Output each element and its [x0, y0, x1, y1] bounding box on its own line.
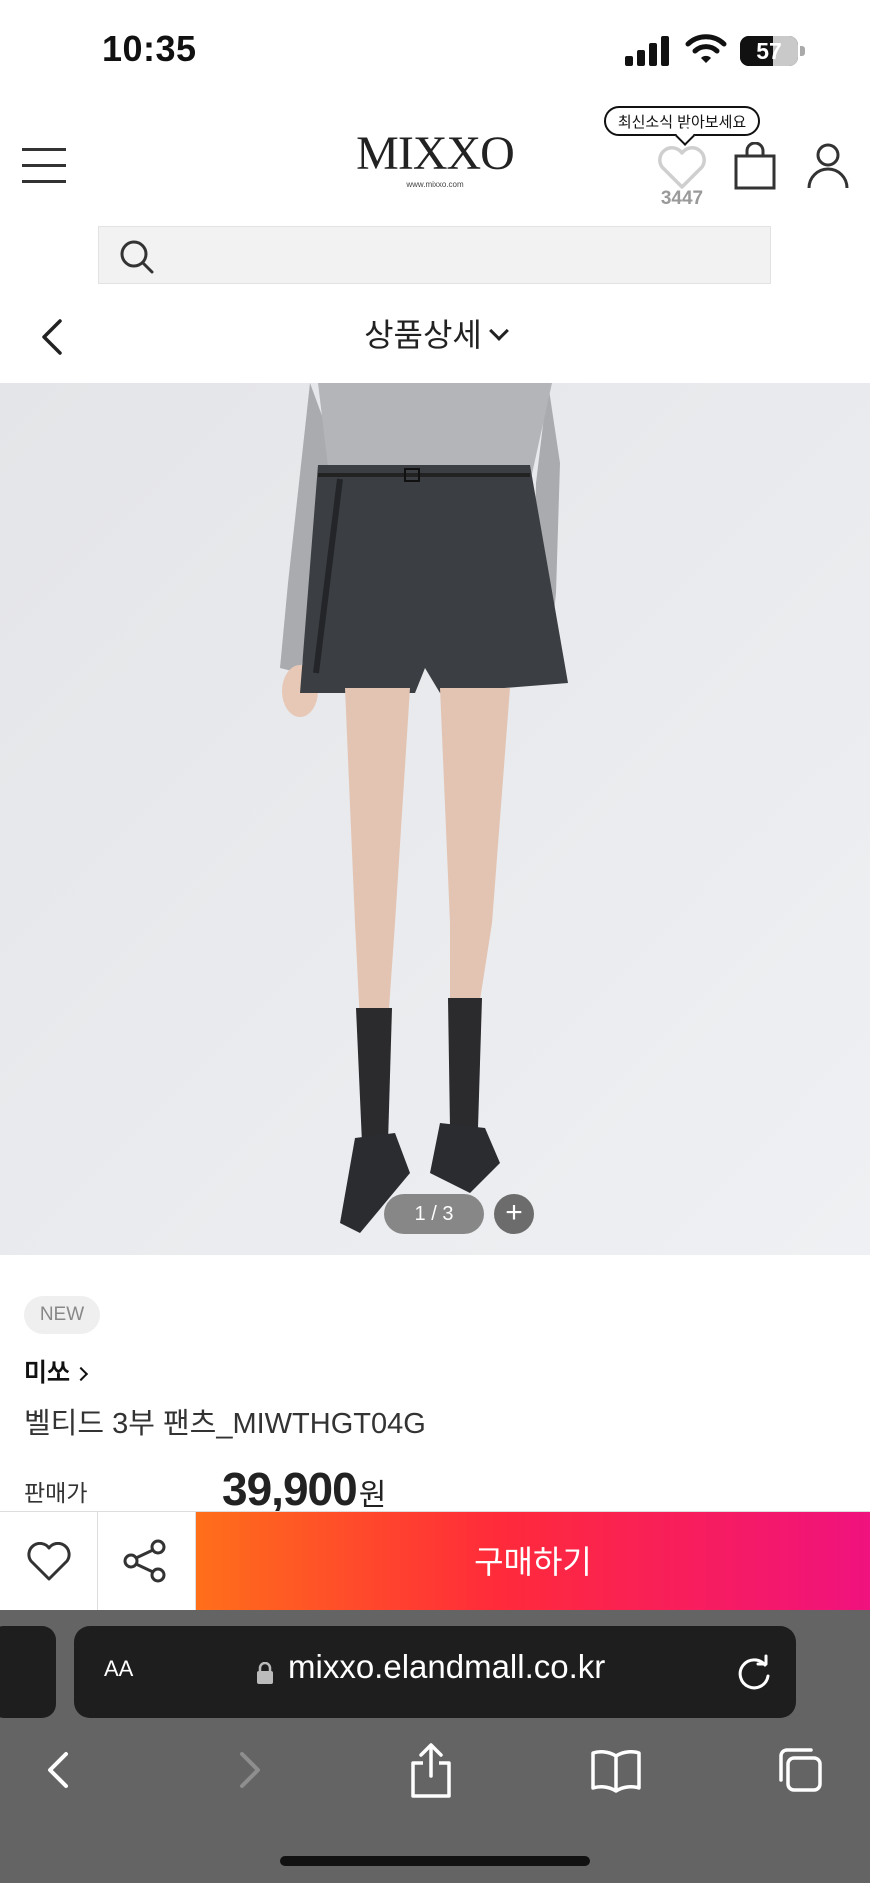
battery-percent: 57 — [756, 38, 782, 64]
heart-icon — [27, 1542, 71, 1581]
url-text: mixxo.elandmall.co.kr — [288, 1648, 606, 1685]
battery-body: 57 — [740, 36, 798, 66]
wishlist-heart-icon[interactable] — [656, 145, 708, 191]
brand-logo[interactable]: MIXXO www.mixxo.com — [340, 130, 530, 194]
share-button[interactable] — [98, 1512, 196, 1611]
buy-button[interactable]: 구매하기 — [196, 1512, 870, 1611]
wifi-icon — [685, 34, 727, 63]
search-icon[interactable] — [119, 239, 155, 275]
bookmarks-icon[interactable] — [590, 1740, 642, 1800]
like-button[interactable] — [0, 1512, 98, 1611]
tabs-icon[interactable] — [776, 1740, 824, 1800]
logo-url: www.mixxo.com — [406, 180, 464, 189]
price-value: 39,900 — [222, 1463, 358, 1515]
shopping-bag-icon[interactable] — [733, 142, 777, 190]
page-title: 상품상세 — [364, 317, 482, 353]
search-bar[interactable] — [98, 226, 771, 284]
lock-icon — [257, 1662, 273, 1684]
battery-cap — [800, 46, 805, 56]
brand-name: 미쏘 — [24, 1359, 71, 1387]
browser-back-icon[interactable] — [40, 1740, 76, 1800]
cellular-signal-icon — [625, 36, 669, 66]
logo-text: MIXXO — [356, 127, 515, 180]
user-account-icon[interactable] — [806, 142, 850, 190]
chevron-right-icon — [73, 1366, 89, 1382]
zoom-plus-button[interactable]: + — [494, 1194, 534, 1234]
battery-indicator: 57 — [740, 36, 806, 66]
product-name: 벨티드 3부 팬츠_MIWTHGT04G — [24, 1408, 426, 1440]
search-input[interactable] — [169, 237, 753, 275]
chevron-down-icon — [488, 321, 509, 341]
hamburger-menu-icon[interactable] — [22, 146, 66, 184]
previous-tab-preview[interactable] — [0, 1626, 56, 1718]
aa-label: AA — [104, 1656, 134, 1681]
product-image[interactable] — [0, 383, 870, 1255]
new-badge: NEW — [24, 1296, 100, 1334]
home-indicator — [280, 1856, 590, 1866]
reload-icon[interactable] — [734, 1652, 774, 1692]
price-unit: 원 — [358, 1479, 387, 1512]
product-photo — [0, 383, 870, 1255]
reader-settings-button[interactable]: AA — [104, 1650, 133, 1684]
browser-forward-icon[interactable] — [232, 1740, 268, 1800]
status-time: 10:35 — [102, 28, 197, 69]
wishlist-tooltip: 최신소식 받아보세요 — [604, 106, 760, 136]
browser-toolbar: AA mixxo.elandmall.co.kr — [0, 1610, 870, 1883]
price: 39,900원 — [222, 1462, 387, 1516]
address-bar[interactable]: AA mixxo.elandmall.co.kr — [74, 1626, 796, 1718]
image-counter: 1 / 3 — [384, 1194, 484, 1234]
share-icon — [123, 1539, 166, 1583]
brand-link[interactable]: 미쏘 — [24, 1353, 89, 1389]
share-sheet-icon[interactable] — [408, 1740, 454, 1800]
back-arrow-icon[interactable] — [38, 318, 64, 356]
page-title-dropdown[interactable]: 상품상세 — [300, 310, 570, 356]
wishlist-count: 3447 — [660, 188, 704, 209]
bottom-action-bar: 구매하기 — [0, 1511, 870, 1611]
price-label: 판매가 — [24, 1480, 88, 1506]
